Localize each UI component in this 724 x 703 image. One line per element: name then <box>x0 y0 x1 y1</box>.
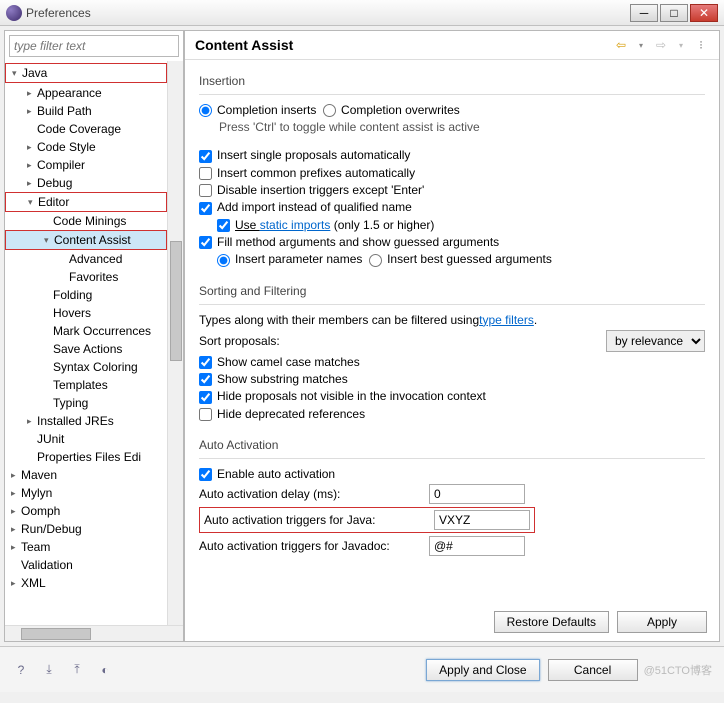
javadoc-triggers-input[interactable] <box>429 536 525 556</box>
tree-mylyn[interactable]: Mylyn <box>5 484 167 502</box>
tree-favorites[interactable]: Favorites <box>5 268 167 286</box>
cancel-button[interactable]: Cancel <box>548 659 638 681</box>
page-title: Content Assist <box>195 37 609 53</box>
hide-deprecated-check[interactable]: Hide deprecated references <box>199 407 365 421</box>
tree-templates[interactable]: Templates <box>5 376 167 394</box>
tree-java[interactable]: Java <box>6 64 166 82</box>
tree-validation[interactable]: Validation <box>5 556 167 574</box>
tree-hovers[interactable]: Hovers <box>5 304 167 322</box>
tree-oomph[interactable]: Oomph <box>5 502 167 520</box>
eclipse-icon <box>6 5 22 21</box>
camel-check[interactable]: Show camel case matches <box>199 355 360 369</box>
substring-check[interactable]: Show substring matches <box>199 372 348 386</box>
oomph-icon[interactable]: ◐ <box>96 661 114 679</box>
tree-hscroll[interactable] <box>5 625 183 641</box>
tree-markoccurrences[interactable]: Mark Occurrences <box>5 322 167 340</box>
tree-rundebug[interactable]: Run/Debug <box>5 520 167 538</box>
tree-vscroll[interactable] <box>167 61 183 625</box>
type-filters-link[interactable]: type filters <box>479 313 534 327</box>
sorting-title: Sorting and Filtering <box>199 284 705 298</box>
sort-label: Sort proposals: <box>199 334 280 348</box>
restore-defaults-button[interactable]: Restore Defaults <box>494 611 609 633</box>
watermark: @51CTO博客 <box>644 662 712 678</box>
close-button[interactable]: ✕ <box>690 4 718 22</box>
java-triggers-input[interactable] <box>434 510 530 530</box>
minimize-button[interactable]: ─ <box>630 4 658 22</box>
common-prefixes-check[interactable]: Insert common prefixes automatically <box>199 166 415 180</box>
hide-notvisible-check[interactable]: Hide proposals not visible in the invoca… <box>199 389 486 403</box>
tree-buildpath[interactable]: Build Path <box>5 102 167 120</box>
completion-overwrites-radio[interactable]: Completion overwrites <box>323 103 460 117</box>
delay-input[interactable] <box>429 484 525 504</box>
tree-typing[interactable]: Typing <box>5 394 167 412</box>
filter-input[interactable] <box>9 35 179 57</box>
javadoc-triggers-label: Auto activation triggers for Javadoc: <box>199 539 429 553</box>
insertion-title: Insertion <box>199 74 705 88</box>
apply-close-button[interactable]: Apply and Close <box>426 659 539 681</box>
export-icon[interactable]: ⤒ <box>68 661 86 679</box>
nav-forward-menu-icon[interactable]: ▾ <box>673 37 689 53</box>
tree-xml[interactable]: XML <box>5 574 167 592</box>
ctrl-hint: Press 'Ctrl' to toggle while content ass… <box>219 120 705 134</box>
insert-best-radio[interactable]: Insert best guessed arguments <box>369 252 552 266</box>
tree-team[interactable]: Team <box>5 538 167 556</box>
insert-param-radio[interactable]: Insert parameter names <box>217 252 362 266</box>
import-icon[interactable]: ⤓ <box>40 661 58 679</box>
right-panel: Content Assist ⇦ ▾ ⇨ ▾ ⁝ Insertion Compl… <box>184 30 720 642</box>
completion-inserts-radio[interactable]: Completion inserts <box>199 103 316 117</box>
tree-installedjres[interactable]: Installed JREs <box>5 412 167 430</box>
titlebar: Preferences ─ □ ✕ <box>0 0 724 26</box>
left-panel: Java Appearance Build Path Code Coverage… <box>4 30 184 642</box>
tree-codeminings[interactable]: Code Minings <box>5 212 167 230</box>
delay-label: Auto activation delay (ms): <box>199 487 429 501</box>
apply-button[interactable]: Apply <box>617 611 707 633</box>
disable-triggers-check[interactable]: Disable insertion triggers except 'Enter… <box>199 183 424 197</box>
enable-auto-check[interactable]: Enable auto activation <box>199 467 335 481</box>
help-icon[interactable]: ? <box>12 661 30 679</box>
tree-compiler[interactable]: Compiler <box>5 156 167 174</box>
nav-back-menu-icon[interactable]: ▾ <box>633 37 649 53</box>
auto-title: Auto Activation <box>199 438 705 452</box>
tree-editor[interactable]: Editor <box>6 193 166 211</box>
maximize-button[interactable]: □ <box>660 4 688 22</box>
tree-appearance[interactable]: Appearance <box>5 84 167 102</box>
static-imports-link: static imports <box>260 218 331 232</box>
tree-maven[interactable]: Maven <box>5 466 167 484</box>
footer: ? ⤓ ⤒ ◐ Apply and Close Cancel @51CTO博客 <box>0 646 724 692</box>
single-proposals-check[interactable]: Insert single proposals automatically <box>199 148 410 162</box>
fill-method-check[interactable]: Fill method arguments and show guessed a… <box>199 235 499 249</box>
nav-back-icon[interactable]: ⇦ <box>613 37 629 53</box>
tree-contentassist[interactable]: Content Assist <box>6 231 166 249</box>
tree-propertiesfiles[interactable]: Properties Files Edi <box>5 448 167 466</box>
java-triggers-label: Auto activation triggers for Java: <box>204 513 434 527</box>
tree-saveactions[interactable]: Save Actions <box>5 340 167 358</box>
view-menu-icon[interactable]: ⁝ <box>693 37 709 53</box>
window-title: Preferences <box>26 6 628 20</box>
tree-advanced[interactable]: Advanced <box>5 250 167 268</box>
static-imports-check[interactable]: Use static imports (only 1.5 or higher) <box>217 218 434 232</box>
tree-codestyle[interactable]: Code Style <box>5 138 167 156</box>
tree-codecoverage[interactable]: Code Coverage <box>5 120 167 138</box>
nav-forward-icon[interactable]: ⇨ <box>653 37 669 53</box>
tree-folding[interactable]: Folding <box>5 286 167 304</box>
preferences-tree[interactable]: Java Appearance Build Path Code Coverage… <box>5 61 167 625</box>
sort-combo[interactable]: by relevance <box>606 330 705 352</box>
tree-syntaxcoloring[interactable]: Syntax Coloring <box>5 358 167 376</box>
add-import-check[interactable]: Add import instead of qualified name <box>199 200 412 214</box>
tree-junit[interactable]: JUnit <box>5 430 167 448</box>
tree-debug[interactable]: Debug <box>5 174 167 192</box>
